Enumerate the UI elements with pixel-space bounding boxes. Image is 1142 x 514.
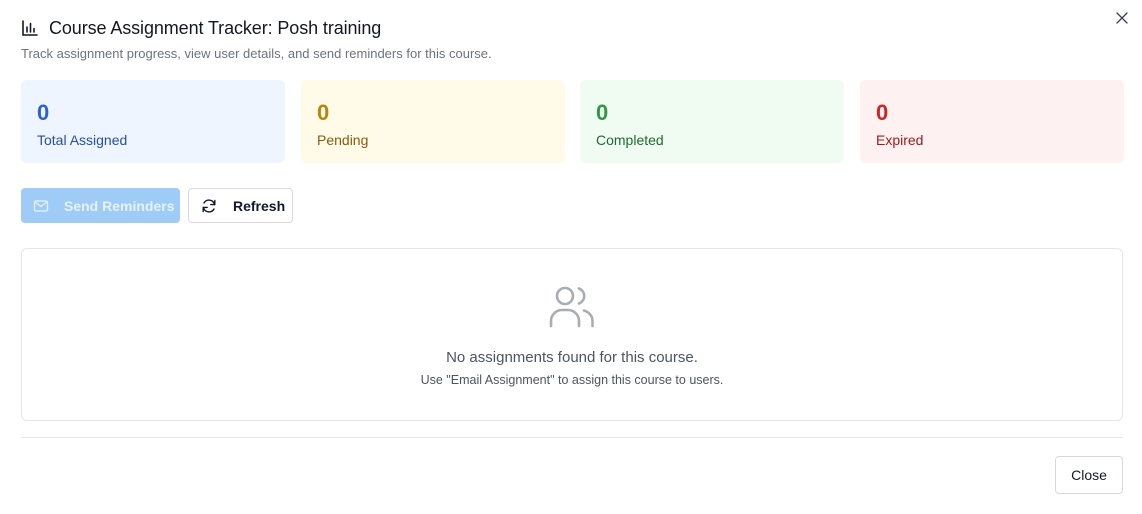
stat-value: 0 bbox=[317, 100, 330, 125]
dialog-header: Course Assignment Tracker: Posh training… bbox=[21, 17, 492, 62]
stat-label: Pending bbox=[317, 132, 369, 148]
stat-card-pending: 0 Pending bbox=[301, 80, 565, 163]
send-reminders-label: Send Reminders bbox=[64, 197, 175, 214]
action-bar: Send Reminders Refresh bbox=[21, 188, 293, 223]
stat-value: 0 bbox=[37, 100, 50, 125]
stat-label: Total Assigned bbox=[37, 132, 128, 148]
refresh-button[interactable]: Refresh bbox=[188, 188, 293, 223]
stat-card-completed: 0 Completed bbox=[580, 80, 844, 163]
refresh-icon bbox=[201, 198, 217, 214]
stat-value: 0 bbox=[596, 100, 609, 125]
course-assignment-tracker-dialog: Course Assignment Tracker: Posh training… bbox=[0, 0, 1142, 514]
mail-icon bbox=[33, 198, 49, 214]
stat-card-expired: 0 Expired bbox=[860, 80, 1124, 163]
refresh-label: Refresh bbox=[233, 197, 286, 214]
close-icon[interactable] bbox=[1114, 10, 1130, 26]
stat-card-total-assigned: 0 Total Assigned bbox=[21, 80, 285, 163]
users-icon bbox=[549, 284, 595, 328]
stats-cards: 0 Total Assigned 0 Pending 0 Completed 0… bbox=[21, 80, 1124, 163]
send-reminders-button[interactable]: Send Reminders bbox=[21, 188, 180, 223]
dialog-subtitle: Track assignment progress, view user det… bbox=[21, 46, 492, 61]
bar-chart-icon bbox=[21, 19, 39, 37]
footer-divider bbox=[21, 437, 1123, 438]
empty-state-title: No assignments found for this course. bbox=[446, 349, 698, 366]
stat-value: 0 bbox=[876, 100, 889, 125]
assignments-empty-state: No assignments found for this course. Us… bbox=[21, 248, 1123, 421]
stat-label: Expired bbox=[876, 132, 924, 148]
dialog-title: Course Assignment Tracker: Posh training bbox=[49, 17, 382, 38]
stat-label: Completed bbox=[596, 132, 664, 148]
close-button[interactable]: Close bbox=[1055, 456, 1123, 494]
empty-state-subtitle: Use "Email Assignment" to assign this co… bbox=[420, 373, 724, 387]
